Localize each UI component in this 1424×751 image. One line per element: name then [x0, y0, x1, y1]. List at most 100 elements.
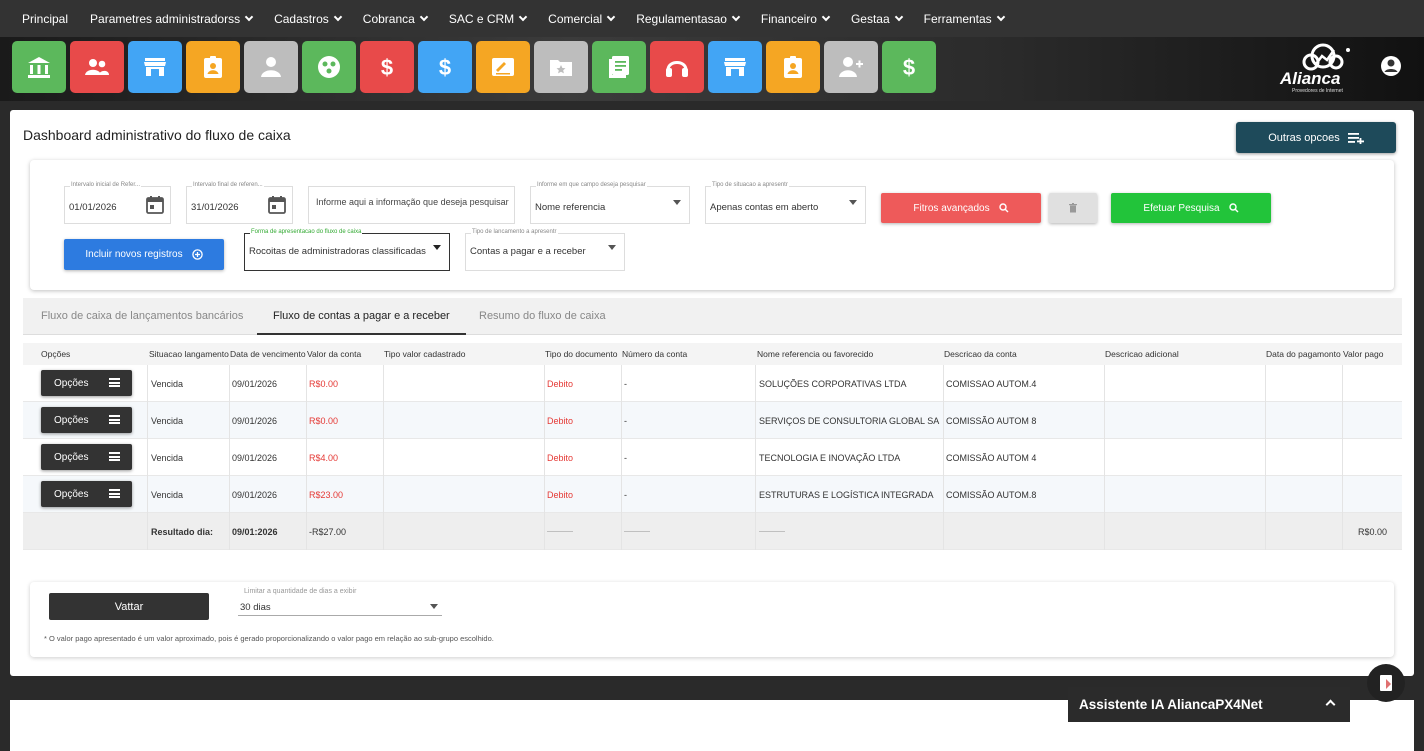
nav-item-0[interactable]: Principal: [22, 12, 68, 26]
nav-item-4[interactable]: SAC e CRM: [449, 12, 528, 26]
cell-valor: R$4.00: [309, 453, 339, 463]
quick-tile-4[interactable]: [244, 41, 298, 93]
chevron-down-icon: [996, 12, 1005, 21]
end-date-field[interactable]: Intervalo final de referen... 31/01/2026: [186, 182, 293, 224]
cell-nome: TECNOLOGIA E INOVAÇÃO LTDA: [759, 453, 901, 463]
top-nav: Principal Parametres administradorss Cadas…: [0, 0, 1424, 37]
nav-item-7[interactable]: Financeiro: [761, 12, 831, 26]
cell-tipo-doc: Debito: [547, 453, 574, 463]
column-header: Tipo valor cadastrado: [384, 349, 466, 359]
column-divider: [306, 439, 307, 476]
quick-tile-6[interactable]: $: [360, 41, 414, 93]
voltar-button[interactable]: Vattar: [49, 593, 209, 620]
tipo-lancamento-select[interactable]: Tipo de lancamento a apresentr Contas a …: [465, 229, 625, 271]
users-icon: [85, 59, 109, 75]
quick-tile-7[interactable]: $: [418, 41, 472, 93]
chevron-down-icon: [419, 12, 429, 21]
column-divider: [544, 439, 545, 476]
footnote: * O valor pago apresentado é um valor ap…: [44, 634, 494, 643]
row-options-button[interactable]: Opções: [41, 370, 132, 396]
total-dash3: -------------: [759, 529, 785, 535]
assistente-ia-bar[interactable]: Assistente IA AliancaPX4Net: [1068, 687, 1350, 722]
search-input[interactable]: Informe aqui a informação que deseja pes…: [308, 186, 515, 224]
column-divider: [1265, 513, 1266, 550]
menu-icon: [109, 378, 120, 387]
nav-item-8[interactable]: Gestaa: [851, 12, 903, 26]
user-account-icon[interactable]: [1380, 55, 1402, 77]
nav-item-label: Regulamentasao: [636, 11, 727, 26]
table-row: Opções Vencida 09/01/2026 R$0.00 Debito - SOLU…: [23, 365, 1402, 402]
column-divider: [943, 476, 944, 513]
quick-tile-9[interactable]: [534, 41, 588, 93]
table-row: Opções Vencida 09/01/2026 R$0.00 Debito - SERV…: [23, 402, 1402, 439]
svg-text:$: $: [903, 55, 915, 80]
tab-resumo-fluxo[interactable]: Resumo do fluxo de caixa: [479, 298, 606, 335]
cell-tipo-doc: Debito: [547, 416, 574, 426]
column-divider: [1104, 513, 1105, 550]
quick-tile-10[interactable]: [592, 41, 646, 93]
filtros-avancados-button[interactable]: Fitros avançados: [881, 193, 1041, 223]
nav-item-3[interactable]: Cobranca: [363, 12, 429, 26]
quick-tile-3[interactable]: [186, 41, 240, 93]
quick-tile-11[interactable]: [650, 41, 704, 93]
quick-tile-15[interactable]: $: [882, 41, 936, 93]
table-row: Opções Vencida 09/01/2026 R$23.00 Debito - EST…: [23, 476, 1402, 513]
quick-tile-14[interactable]: [824, 41, 878, 93]
nav-item-6[interactable]: Regulamentasao: [636, 11, 741, 26]
dias-select[interactable]: Limitar a quantidade de dias a exibir 30…: [238, 588, 442, 616]
quick-tile-8[interactable]: [476, 41, 530, 93]
cell-nome: ESTRUTURAS E LOGÍSTICA INTEGRADA: [759, 490, 934, 500]
quick-tile-12[interactable]: [708, 41, 762, 93]
row-options-button[interactable]: Opções: [41, 407, 132, 433]
start-date-field[interactable]: Intervalo inicial de Refer... 01/01/2026: [64, 182, 171, 224]
cell-descricao: COMISSÃO AUTOM 8: [946, 416, 1037, 426]
nav-item-1[interactable]: Parametres administradorss: [90, 12, 254, 26]
situacao-label: Tipo de situacao a apresentr: [711, 182, 789, 188]
chevron-down-icon: [894, 12, 903, 21]
tipo-lancamento-value: Contas a pagar e a receber: [470, 246, 586, 257]
tab-contas-pagar-receber[interactable]: Fluxo de contas a pagar e a receber: [257, 298, 466, 335]
column-divider: [943, 402, 944, 439]
outras-opcoes-label: Outras opcoes: [1268, 131, 1340, 144]
tab-lancamentos-bancarios[interactable]: Fluxo de caixa de lançamentos bancários: [41, 298, 243, 335]
nav-item-label: Principal: [22, 11, 69, 26]
calendar-icon[interactable]: [267, 195, 287, 215]
campo-select[interactable]: Informe em que campo deseja pesquisar No…: [530, 182, 690, 224]
dias-value: 30 dias: [240, 602, 271, 613]
bank-icon: [28, 57, 50, 78]
quick-tile-2[interactable]: [128, 41, 182, 93]
quick-access-bar: $ $ $ Alianca Provedores de Internet: [0, 37, 1424, 101]
chat-button[interactable]: [1367, 664, 1405, 702]
badge-icon: [784, 56, 802, 78]
table-row: Opções Vencida 09/01/2026 R$4.00 Debito - TECN…: [23, 439, 1402, 476]
forma-apresentacao-select[interactable]: Forma de apresentacao do fluxo de caixa …: [244, 229, 450, 271]
efetuar-pesquisa-button[interactable]: Efetuar Pesquisa: [1111, 193, 1271, 223]
row-options-button[interactable]: Opções: [41, 444, 132, 470]
column-header: Tipo do documento: [545, 349, 618, 359]
situacao-select[interactable]: Tipo de situacao a apresentr Apenas cont…: [705, 182, 866, 224]
efetuar-pesquisa-label: Efetuar Pesquisa: [1143, 202, 1220, 214]
group-circle-icon: [318, 56, 340, 78]
incluir-registros-button[interactable]: Incluir novos registros: [64, 239, 224, 270]
column-divider: [383, 476, 384, 513]
quick-tile-0[interactable]: [12, 41, 66, 93]
search-icon: [998, 203, 1009, 213]
quick-tile-5[interactable]: [302, 41, 356, 93]
nav-item-5[interactable]: Comercial: [548, 12, 616, 26]
search-icon: [1228, 203, 1239, 213]
quick-tile-1[interactable]: [70, 41, 124, 93]
row-options-label: Opções: [54, 377, 89, 389]
delete-button[interactable]: [1049, 193, 1097, 223]
column-divider: [1265, 365, 1266, 402]
quick-tile-13[interactable]: [766, 41, 820, 93]
row-options-button[interactable]: Opções: [41, 481, 132, 507]
calendar-icon[interactable]: [145, 195, 165, 215]
nav-item-2[interactable]: Cadastros: [274, 12, 343, 26]
headset-icon: [666, 61, 688, 77]
end-date-value: 31/01/2026: [191, 202, 239, 213]
logo-tagline: Provedores de Internet: [1292, 88, 1343, 94]
nav-item-9[interactable]: Ferramentas: [923, 11, 1005, 26]
outras-opcoes-button[interactable]: Outras opcoes: [1236, 122, 1396, 153]
nav-item-label: Ferramentas: [923, 11, 992, 26]
campo-label: Informe em que campo deseja pesquisar: [536, 182, 647, 188]
